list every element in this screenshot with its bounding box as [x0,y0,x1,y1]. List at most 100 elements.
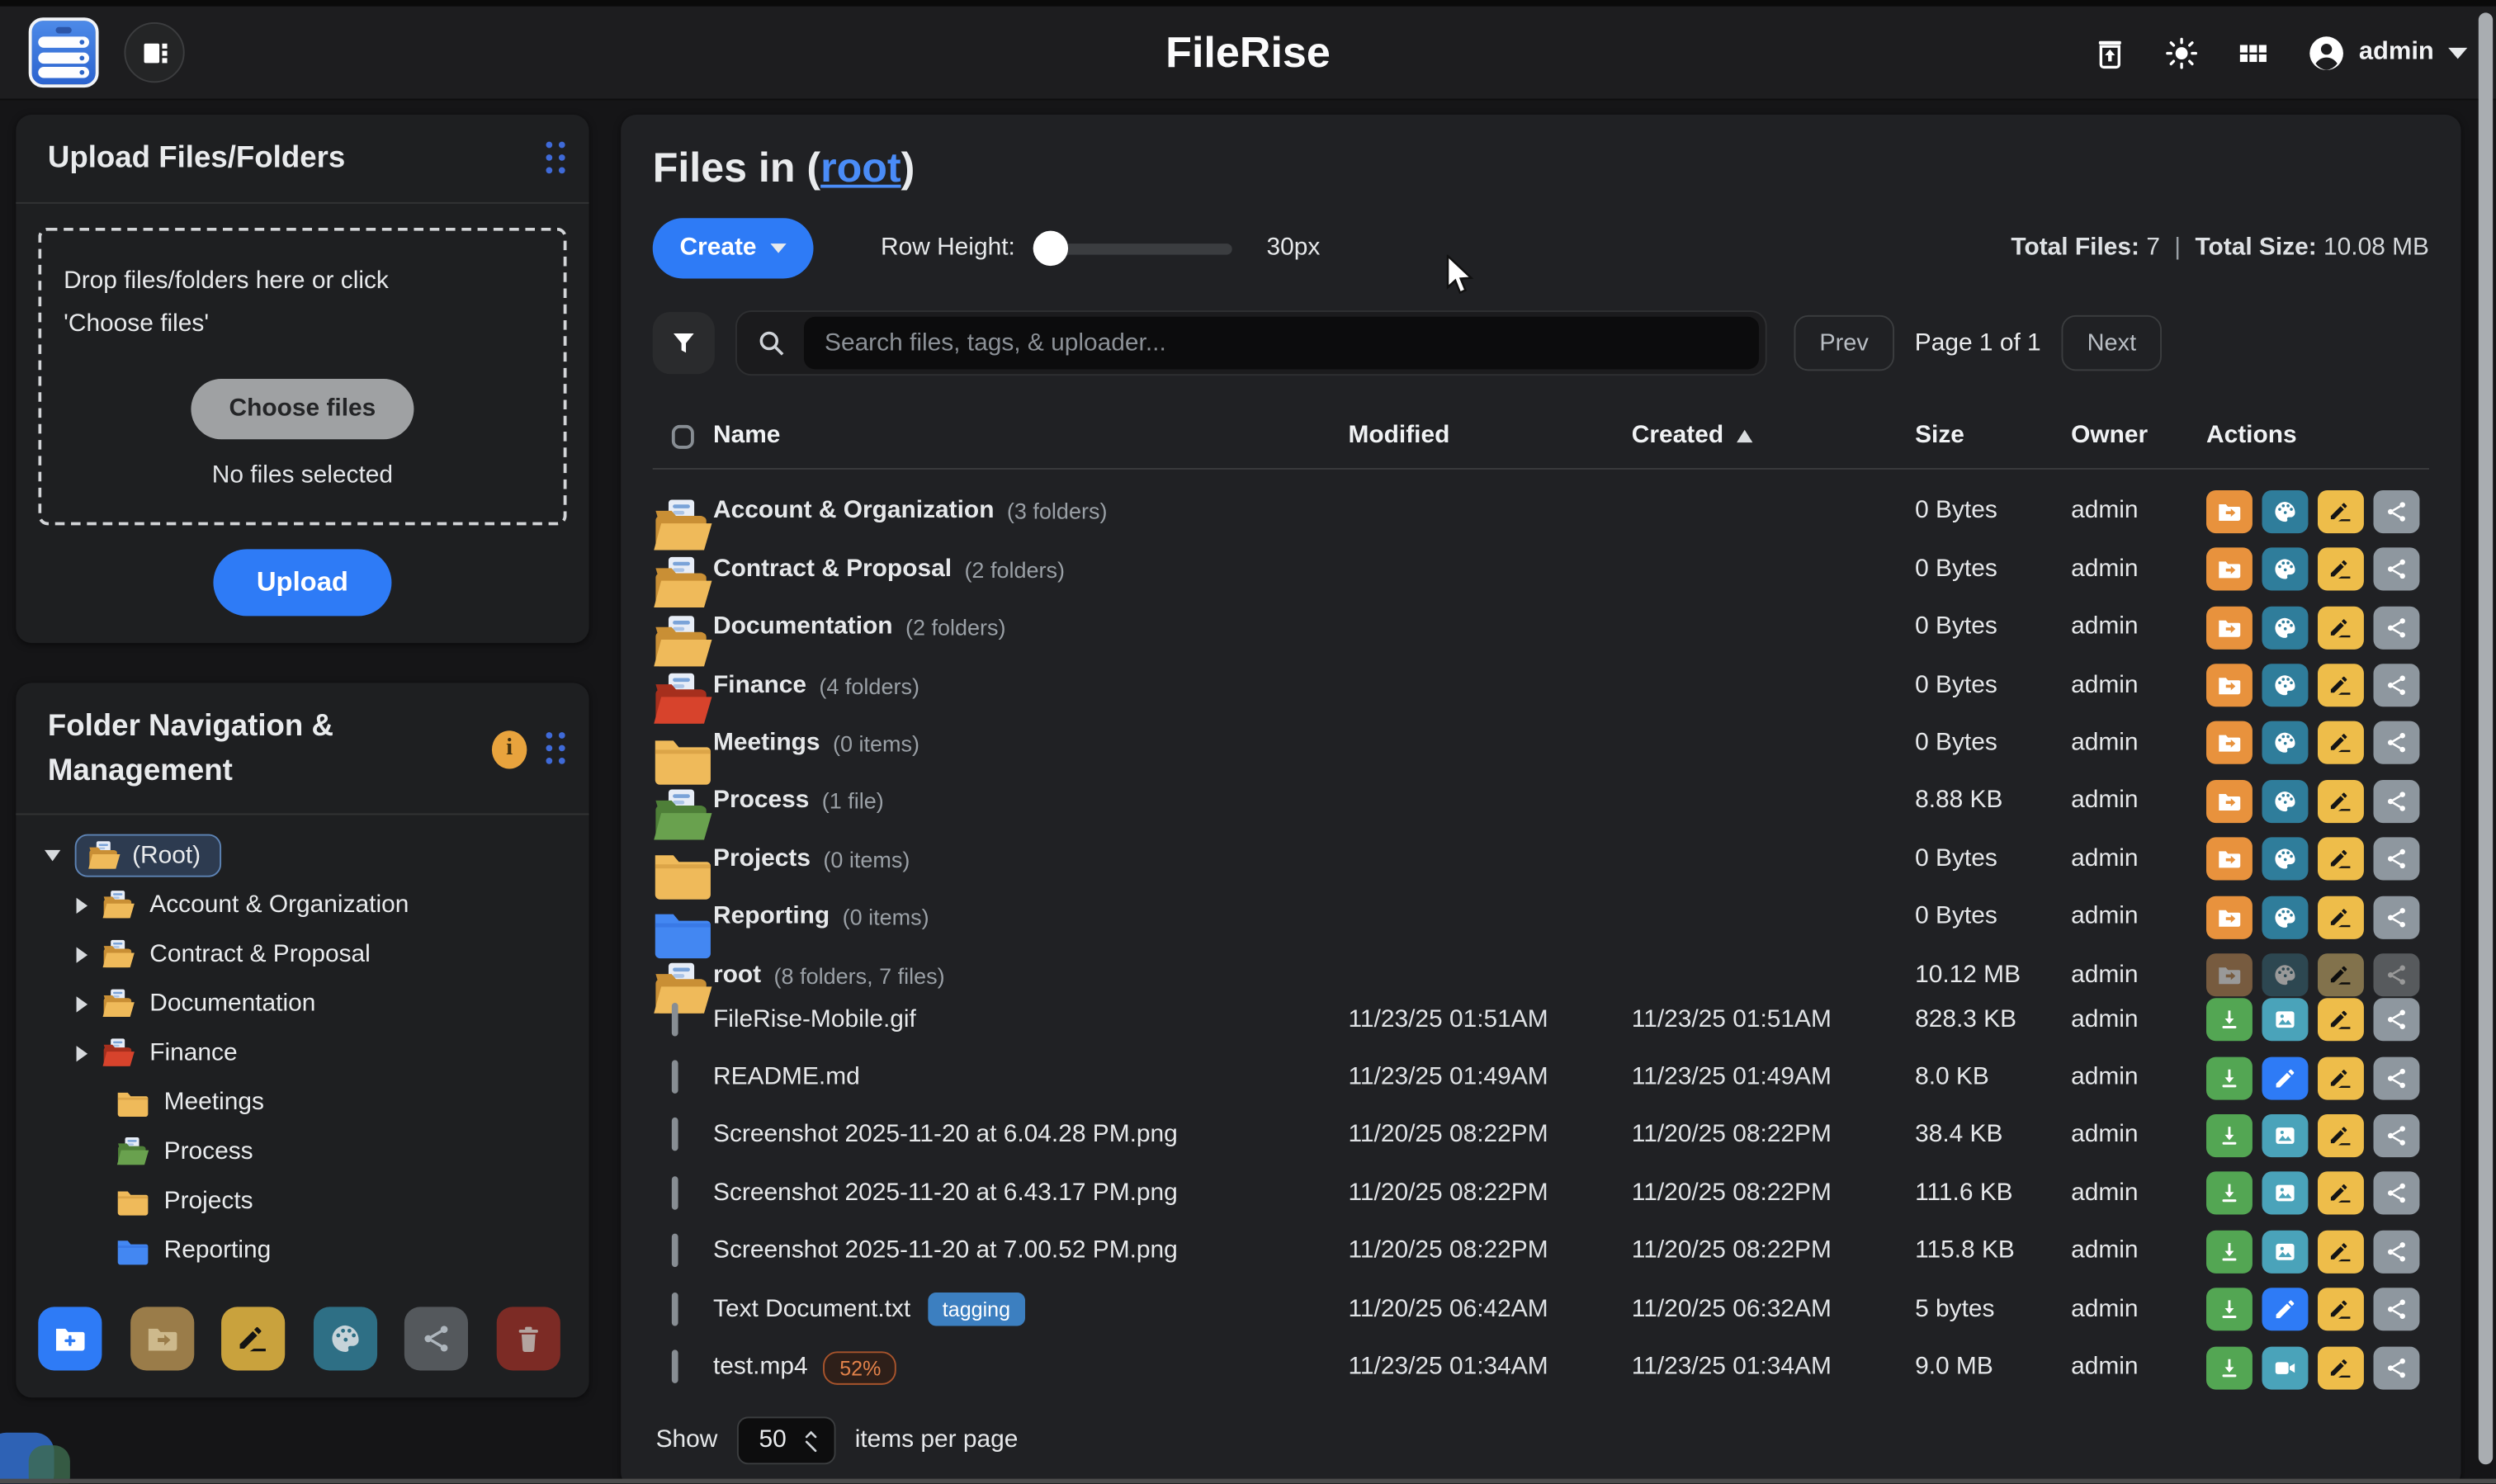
folder-name-link[interactable]: Finance [713,671,806,700]
row-checkbox[interactable] [672,1176,678,1210]
tree-item-contract-proposal[interactable]: Contract & Proposal [35,930,573,980]
download-button[interactable] [2206,1288,2253,1331]
rename-button[interactable] [2318,896,2364,938]
prev-page-button[interactable]: Prev [1794,315,1893,371]
move-button[interactable] [2206,838,2253,881]
share-button[interactable] [2373,838,2419,881]
share-button[interactable] [2373,1230,2419,1273]
row-checkbox[interactable] [672,1061,678,1094]
preview-image-button[interactable] [2262,999,2308,1042]
palette-button[interactable] [2262,548,2308,591]
choose-files-button[interactable]: Choose files [191,380,414,440]
tree-item-documentation[interactable]: Documentation [35,980,573,1029]
palette-button[interactable] [2262,490,2308,533]
window-scrollbar[interactable] [2479,12,2493,1464]
rename-button[interactable] [2318,1056,2364,1099]
file-name-link[interactable]: Screenshot 2025-11-20 at 6.04.28 PM.png [713,1122,1178,1151]
folder-name-link[interactable]: Process [713,787,809,815]
share-folder-button[interactable] [404,1307,468,1371]
color-folder-button[interactable] [313,1307,376,1371]
folder-name-link[interactable]: Documentation [713,613,893,642]
share-button[interactable] [2373,490,2419,533]
share-button[interactable] [2373,780,2419,823]
rename-button[interactable] [2318,953,2364,996]
preview-image-button[interactable] [2262,1114,2308,1157]
share-button[interactable] [2373,1288,2419,1331]
rename-button[interactable] [2318,1230,2364,1273]
move-button[interactable] [2206,606,2253,649]
edit-button[interactable] [2262,1288,2308,1331]
drag-handle-icon[interactable] [546,142,566,175]
tree-item-process[interactable]: Process [35,1127,573,1177]
tree-item-reporting[interactable]: Reporting [35,1226,573,1276]
rename-button[interactable] [2318,1172,2364,1215]
move-folder-button[interactable] [130,1307,193,1371]
download-button[interactable] [2206,1230,2253,1273]
download-button[interactable] [2206,999,2253,1042]
move-button[interactable] [2206,896,2253,938]
delete-folder-button[interactable] [496,1307,560,1371]
move-button[interactable] [2206,490,2253,533]
preview-image-button[interactable] [2262,1230,2308,1273]
rename-button[interactable] [2318,1346,2364,1389]
filerise-logo-icon[interactable] [29,17,99,87]
slider-thumb[interactable] [1033,231,1067,266]
layout-toggle-button[interactable] [124,22,184,83]
palette-button[interactable] [2262,664,2308,707]
theme-sun-icon[interactable] [2165,35,2199,69]
folder-name-link[interactable]: Meetings [713,729,820,758]
rename-button[interactable] [2318,1114,2364,1157]
share-button[interactable] [2373,896,2419,938]
tree-item-meetings[interactable]: Meetings [35,1078,573,1127]
share-button[interactable] [2373,1172,2419,1215]
palette-button[interactable] [2262,722,2308,765]
file-name-link[interactable]: README.md [713,1063,860,1092]
caret-right-icon[interactable] [77,996,87,1012]
rename-button[interactable] [2318,780,2364,823]
rename-button[interactable] [2318,490,2364,533]
folder-name-link[interactable]: Reporting [713,903,830,932]
folder-name-link[interactable]: Account & Organization [713,497,994,526]
palette-button[interactable] [2262,838,2308,881]
row-checkbox[interactable] [672,1002,678,1036]
palette-button[interactable] [2262,896,2308,938]
user-menu[interactable]: admin [2308,34,2467,70]
select-all-checkbox[interactable] [672,424,694,448]
rename-button[interactable] [2318,838,2364,881]
preview-video-button[interactable] [2262,1346,2308,1389]
items-per-page-select[interactable]: 50 [737,1417,836,1465]
move-button[interactable] [2206,722,2253,765]
file-name-link[interactable]: FileRise-Mobile.gif [713,1005,916,1034]
move-button[interactable] [2206,780,2253,823]
rename-folder-button[interactable] [221,1307,285,1371]
move-button[interactable] [2206,664,2253,707]
create-folder-button[interactable] [38,1307,102,1371]
palette-button[interactable] [2262,953,2308,996]
share-button[interactable] [2373,953,2419,996]
download-button[interactable] [2206,1346,2253,1389]
rename-button[interactable] [2318,1288,2364,1331]
move-button[interactable] [2206,953,2253,996]
info-icon[interactable]: i [492,730,527,768]
apps-grid-icon[interactable] [2236,35,2270,69]
upload-dropzone[interactable]: Drop files/folders here or click 'Choose… [38,227,566,526]
column-header-created[interactable]: Created [1632,422,1915,451]
share-button[interactable] [2373,664,2419,707]
file-name-link[interactable]: Text Document.txt [713,1295,910,1324]
column-header-name[interactable]: Name [713,422,1348,451]
row-checkbox[interactable] [672,1350,678,1384]
file-name-link[interactable]: test.mp4 [713,1353,808,1382]
rename-button[interactable] [2318,999,2364,1042]
share-button[interactable] [2373,1346,2419,1389]
drag-handle-icon[interactable] [546,733,566,767]
share-button[interactable] [2373,1114,2419,1157]
tree-item-account-organization[interactable]: Account & Organization [35,881,573,930]
trash-restore-icon[interactable] [2093,35,2127,69]
rename-button[interactable] [2318,722,2364,765]
upload-button[interactable]: Upload [214,550,391,617]
download-button[interactable] [2206,1114,2253,1157]
caret-down-icon[interactable] [45,851,60,863]
folder-name-link[interactable]: Contract & Proposal [713,555,952,584]
row-checkbox[interactable] [672,1118,678,1152]
caret-right-icon[interactable] [77,1046,87,1061]
